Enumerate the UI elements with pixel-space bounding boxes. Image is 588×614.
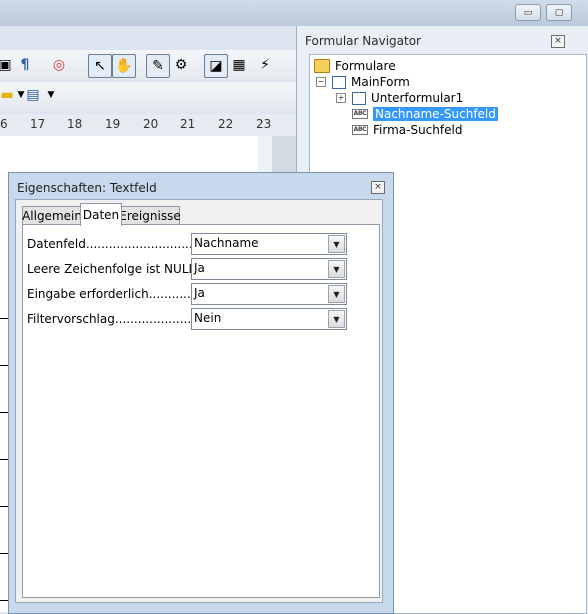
ruler-tick: 22 [218,117,234,131]
restore-icon[interactable]: ▢ [546,4,572,21]
tree-node-nachname-suchfeld[interactable]: ABC Nachname-Suchfeld [352,106,498,122]
leere-zeichenfolge-dropdown[interactable]: Ja ▼ [191,258,347,280]
dropdown-value: Nachname [194,236,259,250]
formatting-toolbar: ▬ ▼ ▤ ▼ [0,82,300,110]
chevron-down-icon[interactable]: ▼ [328,310,345,328]
field-label-leere-zeichenfolge: Leere Zeichenfolge ist NULL..... [27,262,215,276]
form-properties-icon[interactable]: ⚙ [170,54,192,76]
app-title-bar: ▭ ▢ [0,0,588,26]
wizard-icon[interactable]: ✎ [146,54,170,78]
formatting-marks-icon[interactable]: ¶ [14,54,36,76]
table-icon[interactable]: ▦ [228,54,250,76]
tab-ereignisse[interactable]: Ereignisse [119,206,181,225]
ruler-tick: 18 [67,117,83,131]
close-icon[interactable]: × [551,35,565,48]
expand-icon[interactable]: + [336,93,346,103]
chevron-down-icon[interactable]: ▼ [40,84,62,106]
filtervorschlag-dropdown[interactable]: Nein ▼ [191,308,347,330]
ruler-tick: 20 [143,117,159,131]
tree-node-mainform[interactable]: − MainForm [316,74,410,90]
tree-node-firma-suchfeld[interactable]: ABC Firma-Suchfeld [352,122,462,138]
form-controls-toolbar: ▣ ¶ ◎ ↖ ✋ ✎ ⚙ ◪ ▦ ⚡ [0,50,300,80]
tree-node-label: Unterformular1 [371,91,464,105]
collapse-icon[interactable]: − [316,77,326,87]
textfield-icon: ABC [352,109,368,119]
chevron-down-icon[interactable]: ▼ [328,260,345,278]
tree-node-label: Firma-Suchfeld [373,123,463,137]
ruler-tick: 6 [0,117,8,131]
ruler-tick: 21 [180,117,196,131]
horizontal-ruler[interactable]: 6 17 18 19 20 21 22 23 [0,114,296,137]
minimize-icon[interactable]: ▭ [515,4,541,21]
select-pointer-icon[interactable]: ↖ [88,54,112,78]
dropdown-value: Nein [194,311,222,325]
tab-panel-daten: Datenfeld...............................… [22,224,380,598]
dropdown-value: Ja [194,261,205,275]
dialog-title: Eigenschaften: Textfeld [17,181,157,195]
tab-allgemein[interactable]: Allgemein [22,206,82,225]
tree-node-label: MainForm [351,75,410,89]
ruler-tick: 23 [256,117,272,131]
form-icon [352,91,366,105]
folder-icon [314,59,330,73]
ruler-tick: 19 [105,117,121,131]
navigator-title: Formular Navigator [305,34,421,48]
form-icon [332,75,346,89]
properties-dialog: Eigenschaften: Textfeld × Allgemein Date… [8,172,394,614]
chevron-down-icon[interactable]: ▼ [328,285,345,303]
tree-node-subform[interactable]: + Unterformular1 [336,90,463,106]
dropdown-value: Ja [194,286,205,300]
navigator-ring-icon[interactable]: ◎ [48,54,70,76]
datenfeld-dropdown[interactable]: Nachname ▼ [191,233,347,255]
ruler-tick: 17 [30,117,46,131]
textfield-icon: ABC [352,125,368,135]
close-icon[interactable]: × [371,181,385,194]
hand-design-icon[interactable]: ✋ [112,54,136,78]
dialog-client: Allgemein Daten Ereignisse Datenfeld....… [15,199,383,603]
tab-daten[interactable]: Daten [80,203,122,226]
eingabe-erforderlich-dropdown[interactable]: Ja ▼ [191,283,347,305]
design-mode-icon[interactable]: ◪ [204,54,228,78]
autopilot-icon[interactable]: ⚡ [254,54,276,76]
tree-node-formulare[interactable]: Formulare [314,58,396,74]
tree-node-label: Nachname-Suchfeld [373,107,498,121]
tree-node-label: Formulare [335,59,396,73]
chevron-down-icon[interactable]: ▼ [328,235,345,253]
